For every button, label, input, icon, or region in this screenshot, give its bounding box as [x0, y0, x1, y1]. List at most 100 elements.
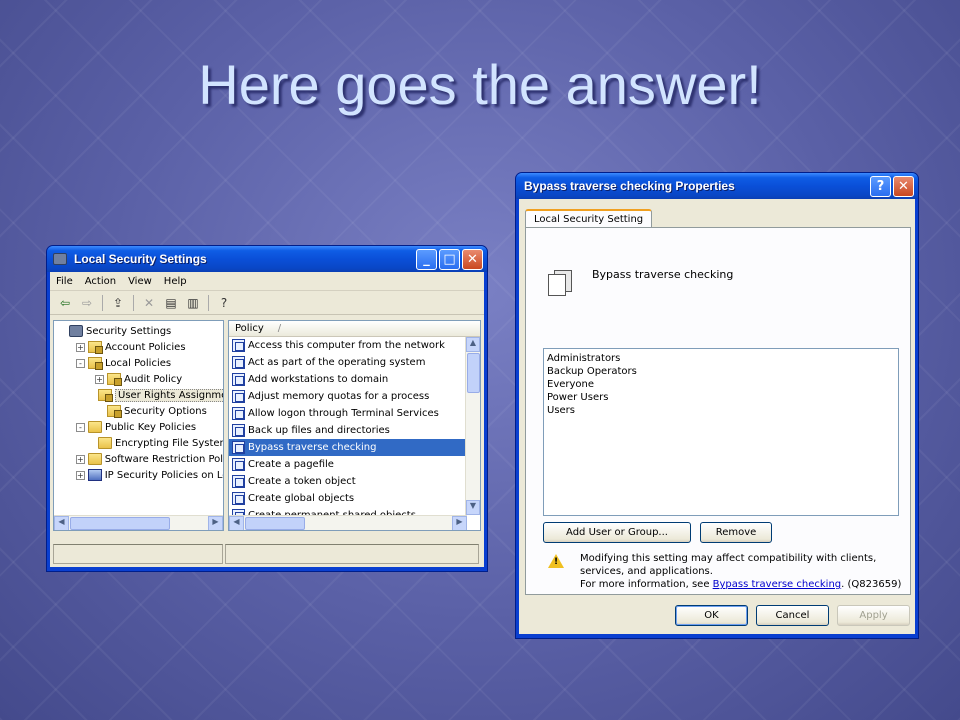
policy-icon: [232, 424, 245, 437]
policy-icon: [232, 373, 245, 386]
menu-view[interactable]: View: [128, 276, 152, 287]
scroll-down-icon[interactable]: ▼: [466, 500, 480, 515]
cancel-button[interactable]: Cancel: [756, 605, 829, 626]
policy-row[interactable]: Create a token object: [229, 473, 480, 490]
forward-icon[interactable]: ⇨: [76, 294, 98, 312]
locked-folder-icon: [98, 389, 113, 402]
maximize-button[interactable]: □: [439, 248, 460, 270]
tree-item-label: Account Policies: [105, 341, 186, 353]
expand-icon[interactable]: +: [76, 342, 85, 352]
policy-icon: [232, 339, 245, 352]
locked-folder-icon: [107, 373, 122, 386]
network-policy-icon: [87, 469, 102, 481]
tree-item[interactable]: + Software Restriction Policie: [54, 451, 223, 467]
policy-row[interactable]: Create a pagefile: [229, 456, 480, 473]
tree-item[interactable]: + Audit Policy: [54, 371, 223, 387]
expand-icon[interactable]: +: [76, 470, 85, 480]
help-button[interactable]: ?: [870, 175, 891, 197]
user-list-item[interactable]: Backup Operators: [547, 365, 895, 378]
policy-list-pane: Policy / Access this computer from the n…: [228, 320, 481, 531]
policy-icon: [232, 475, 245, 488]
scroll-thumb[interactable]: [245, 517, 305, 530]
toolbar-separator: [208, 294, 209, 311]
up-folder-icon[interactable]: ⇪: [107, 294, 129, 312]
policy-label: Create a pagefile: [248, 459, 334, 470]
more-info-link[interactable]: Bypass traverse checking: [713, 579, 841, 590]
local-security-settings-window: Local Security Settings _ □ ✕ File Actio…: [46, 245, 488, 572]
policy-row[interactable]: Allow logon through Terminal Services: [229, 405, 480, 422]
user-list-item[interactable]: Users: [547, 404, 895, 417]
slide-title: Here goes the answer!: [198, 53, 762, 116]
policy-row[interactable]: Act as part of the operating system: [229, 354, 480, 371]
minimize-button[interactable]: _: [416, 248, 437, 270]
scroll-thumb[interactable]: [467, 353, 480, 393]
remove-button[interactable]: Remove: [700, 522, 772, 543]
tree-item[interactable]: + IP Security Policies on Loca: [54, 467, 223, 483]
policy-row[interactable]: Add workstations to domain: [229, 371, 480, 388]
user-list[interactable]: Administrators Backup Operators Everyone…: [543, 348, 899, 516]
warning-text: Modifying this setting may affect compat…: [580, 552, 910, 591]
properties-dialog: Bypass traverse checking Properties ? ✕ …: [515, 172, 919, 639]
policy-row[interactable]: Back up files and directories: [229, 422, 480, 439]
folder-icon: [87, 453, 102, 465]
tree-item[interactable]: + Account Policies: [54, 339, 223, 355]
help-icon: ?: [876, 178, 885, 194]
apply-button[interactable]: Apply: [837, 605, 910, 626]
locked-folder-icon: [88, 357, 103, 370]
close-button[interactable]: ✕: [462, 248, 483, 270]
warning-exclamation-icon: !: [554, 557, 559, 567]
tree-item[interactable]: Security Options: [54, 403, 223, 419]
scroll-left-icon[interactable]: ◀: [54, 516, 69, 530]
policy-row[interactable]: Adjust memory quotas for a process: [229, 388, 480, 405]
tree-item-label: Encrypting File System: [115, 437, 224, 449]
close-icon: ✕: [467, 251, 478, 267]
policy-row[interactable]: Create global objects: [229, 490, 480, 507]
scroll-thumb[interactable]: [70, 517, 170, 530]
tree-item[interactable]: User Rights Assignmen: [54, 387, 223, 403]
props-titlebar[interactable]: Bypass traverse checking Properties ? ✕: [516, 173, 918, 199]
expand-icon[interactable]: +: [76, 454, 85, 464]
app-icon: [53, 253, 67, 265]
expand-icon[interactable]: +: [95, 374, 104, 384]
tree-hscrollbar[interactable]: ◀ ▶: [54, 515, 223, 530]
delete-icon[interactable]: ✕: [138, 294, 160, 312]
scroll-left-icon[interactable]: ◀: [229, 516, 244, 530]
export-list-icon[interactable]: ▥: [182, 294, 204, 312]
scroll-right-icon[interactable]: ▶: [452, 516, 467, 530]
tree-item[interactable]: Encrypting File System: [54, 435, 223, 451]
list-vscrollbar[interactable]: ▲ ▼: [465, 337, 480, 515]
scroll-up-icon[interactable]: ▲: [466, 337, 480, 352]
user-list-item[interactable]: Power Users: [547, 391, 895, 404]
tree-item[interactable]: - Public Key Policies: [54, 419, 223, 435]
policy-label: Act as part of the operating system: [248, 357, 426, 368]
back-icon[interactable]: ⇦: [54, 294, 76, 312]
menu-action[interactable]: Action: [85, 276, 116, 287]
folder-icon: [98, 437, 112, 449]
close-button[interactable]: ✕: [893, 175, 914, 197]
properties-icon[interactable]: ▤: [160, 294, 182, 312]
collapse-icon[interactable]: -: [76, 422, 85, 432]
lss-titlebar[interactable]: Local Security Settings _ □ ✕: [47, 246, 487, 272]
user-list-item[interactable]: Administrators: [547, 352, 895, 365]
tab-page: Bypass traverse checking Administrators …: [525, 227, 911, 595]
menu-file[interactable]: File: [56, 276, 73, 287]
tree-pane[interactable]: Security Settings + Account Policies - Local…: [53, 320, 224, 531]
scroll-right-icon[interactable]: ▶: [208, 516, 223, 530]
close-icon: ✕: [898, 178, 909, 194]
add-user-or-group-button[interactable]: Add User or Group...: [543, 522, 691, 543]
tree-item[interactable]: Security Settings: [54, 323, 223, 339]
help-icon[interactable]: ?: [213, 294, 235, 312]
menu-help[interactable]: Help: [164, 276, 187, 287]
policy-label: Create global objects: [248, 493, 355, 504]
ok-button[interactable]: OK: [675, 605, 748, 626]
tree-item[interactable]: - Local Policies: [54, 355, 223, 371]
policy-row[interactable]: Bypass traverse checking: [229, 439, 480, 456]
column-header-policy[interactable]: Policy /: [229, 321, 480, 337]
policy-icon: [232, 492, 245, 505]
tree-rows: Security Settings + Account Policies - Local…: [54, 321, 223, 483]
tree-item-label: Public Key Policies: [105, 421, 197, 433]
policy-row[interactable]: Access this computer from the network: [229, 337, 480, 354]
list-hscrollbar[interactable]: ◀ ▶: [229, 515, 467, 530]
user-list-item[interactable]: Everyone: [547, 378, 895, 391]
collapse-icon[interactable]: -: [76, 358, 85, 368]
